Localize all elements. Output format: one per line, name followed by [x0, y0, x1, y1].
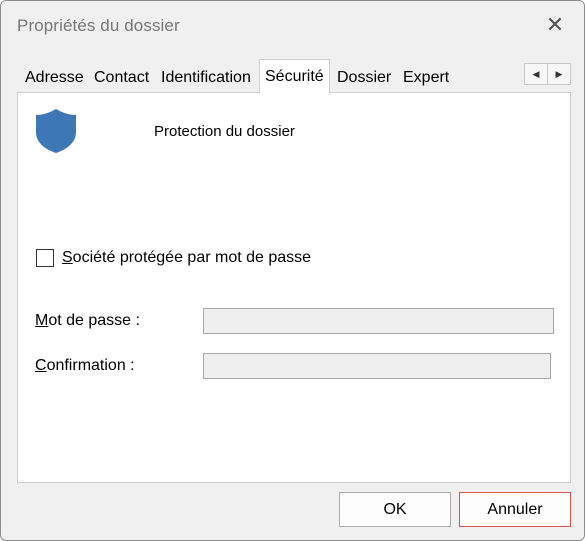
password-label: Mot de passe : [35, 312, 140, 330]
confirmation-field[interactable] [203, 353, 551, 379]
password-protection-label[interactable]: Société protégée par mot de passe [62, 249, 311, 267]
ok-button[interactable]: OK [339, 492, 451, 527]
tab-dossier[interactable]: Dossier [333, 65, 395, 91]
tab-identification[interactable]: Identification [157, 65, 255, 91]
section-heading: Protection du dossier [154, 123, 295, 140]
password-label-text: ot de passe : [48, 312, 140, 329]
confirmation-label: Confirmation : [35, 357, 135, 375]
password-field[interactable] [203, 308, 554, 334]
tab-scroll-left-button[interactable]: ◀ [524, 63, 548, 85]
password-protection-option[interactable]: Société protégée par mot de passe [36, 249, 311, 267]
tab-scroll-right-button[interactable]: ▶ [547, 63, 571, 85]
close-icon: ✕ [545, 12, 565, 37]
title-bar: Propriétés du dossier ✕ [1, 1, 584, 53]
window-title: Propriétés du dossier [17, 16, 180, 35]
shield-icon [36, 109, 76, 153]
tab-adresse[interactable]: Adresse [21, 65, 88, 91]
password-protection-checkbox[interactable] [36, 249, 54, 267]
close-button[interactable]: ✕ [526, 1, 584, 49]
tab-contact[interactable]: Contact [90, 65, 153, 91]
arrow-left-icon: ◀ [532, 68, 540, 79]
tab-securite[interactable]: Sécurité [259, 59, 330, 94]
tab-expert[interactable]: Expert [399, 65, 453, 91]
mnemonic-m: M [35, 312, 49, 329]
cancel-button[interactable]: Annuler [459, 492, 571, 527]
properties-dialog: Propriétés du dossier ✕ Adresse Contact … [0, 0, 585, 541]
arrow-right-icon: ▶ [555, 68, 563, 79]
mnemonic-s: S [62, 249, 73, 266]
security-panel: Protection du dossier Société protégée p… [17, 92, 571, 483]
checkbox-label-text: ociété protégée par mot de passe [72, 249, 312, 266]
tab-bar: Adresse Contact Identification Sécurité … [17, 59, 571, 94]
mnemonic-c: C [35, 357, 47, 374]
confirmation-label-text: onfirmation : [46, 357, 135, 374]
